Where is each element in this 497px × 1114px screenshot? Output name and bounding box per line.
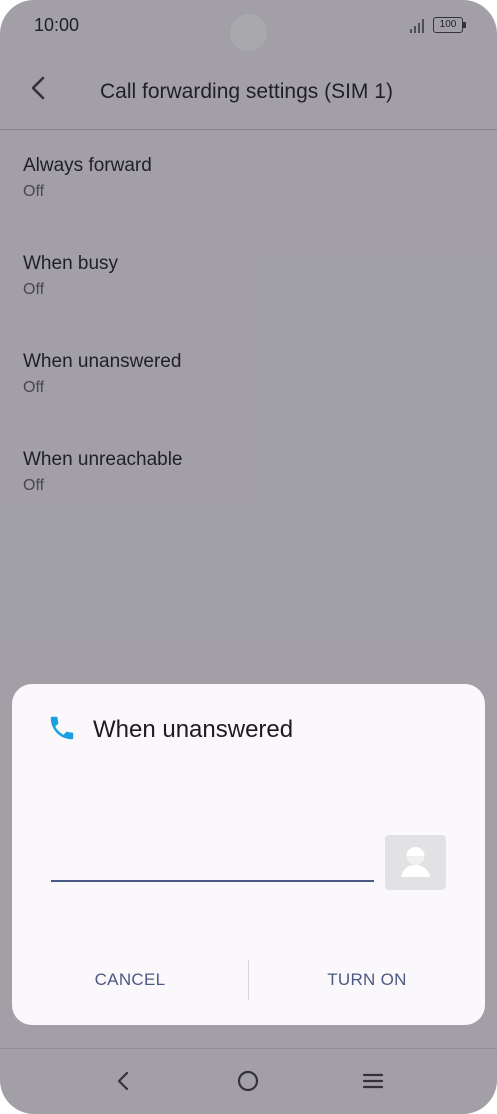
contact-picker-button[interactable] (385, 835, 446, 890)
turn-on-button[interactable]: TURN ON (249, 962, 485, 998)
forwarding-dialog: When unanswered CANCEL TURN ON (12, 684, 485, 1025)
phone-icon (50, 716, 74, 740)
dialog-title: When unanswered (93, 716, 294, 743)
cancel-button[interactable]: CANCEL (12, 962, 248, 998)
phone-screen: 10:00 100 Call forwarding settings (SIM … (0, 0, 497, 1114)
forward-number-input[interactable] (51, 842, 374, 882)
contact-icon (401, 847, 430, 877)
